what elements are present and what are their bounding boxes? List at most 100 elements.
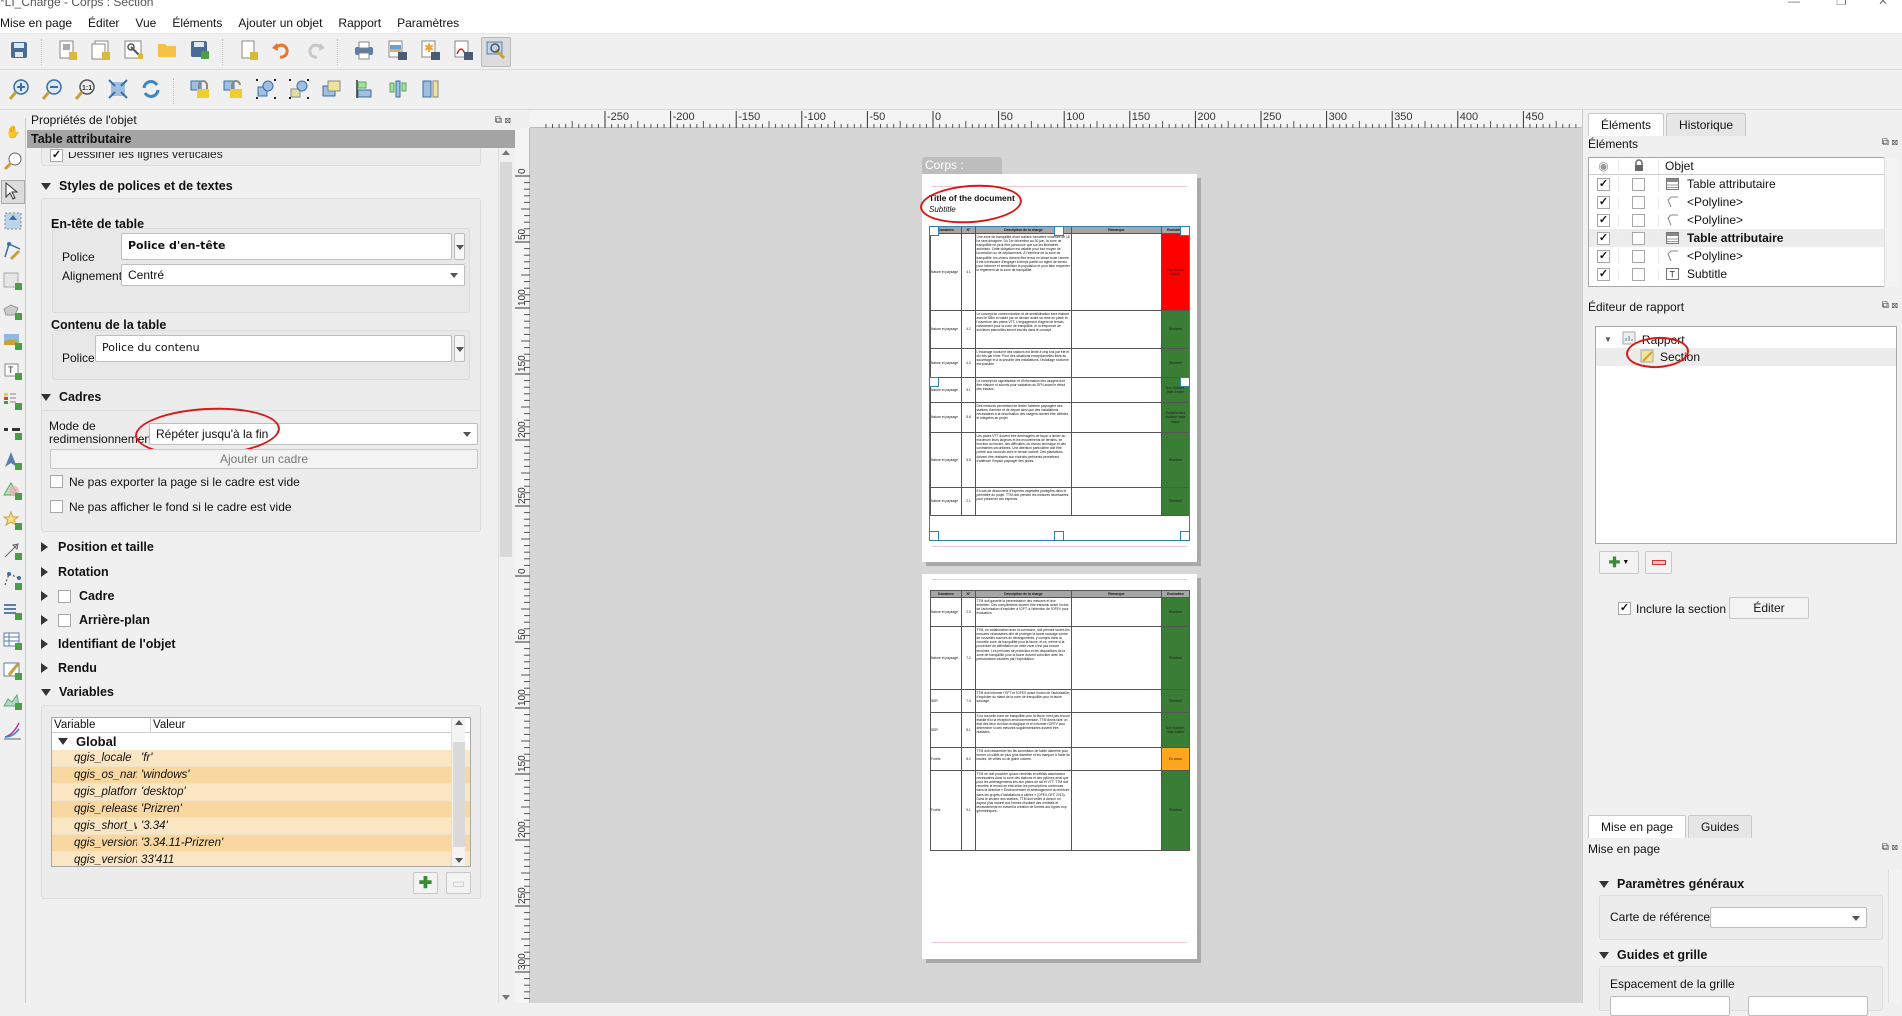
tab-elements[interactable]: Éléments xyxy=(1588,113,1665,136)
add-frame-button[interactable]: Ajouter un cadre xyxy=(50,449,478,469)
undo-button[interactable] xyxy=(267,37,297,67)
add-label-tool[interactable]: T xyxy=(1,360,25,384)
minimize-button[interactable]: — xyxy=(1788,0,1800,8)
fonts-section-header[interactable]: Styles de polices et de textes xyxy=(41,179,233,193)
elements-table[interactable]: ◉ Objet ✓ Table attributaire ✓ <Polyline> ✓ <… xyxy=(1588,157,1898,287)
add-variable-button[interactable]: ✚ xyxy=(413,872,438,894)
atlas-preview-button[interactable] xyxy=(481,36,511,67)
tab-guides[interactable]: Guides xyxy=(1688,815,1753,838)
element-row[interactable]: ✓ <Polyline> xyxy=(1589,247,1897,265)
visibility-checkbox[interactable]: ✓ xyxy=(1597,285,1610,286)
frame-checkbox[interactable] xyxy=(58,589,71,603)
close-panel-icon[interactable]: ⊠ xyxy=(1892,842,1898,853)
zoom-actual-button[interactable]: 1:1 xyxy=(70,76,100,106)
element-row[interactable]: ✓ Table attributaire xyxy=(1589,229,1897,247)
duplicate-layout-button[interactable] xyxy=(86,37,116,67)
menu-vue[interactable]: Vue xyxy=(127,16,164,30)
layout-panel-scrollbar[interactable] xyxy=(1888,870,1901,1003)
dont-export-empty-checkbox[interactable] xyxy=(50,475,63,488)
menu-rapport[interactable]: Rapport xyxy=(330,16,389,30)
lock-checkbox[interactable] xyxy=(1632,267,1645,281)
add-plot-tool[interactable] xyxy=(1,720,25,744)
add-shape-tool[interactable] xyxy=(1,480,25,504)
float-panel-icon[interactable]: ⧉ xyxy=(1882,137,1889,148)
lock-checkbox[interactable] xyxy=(1632,177,1645,191)
layout-page-2[interactable]: Domaines N° Description de la charge Remarq… xyxy=(922,574,1197,959)
elements-scrollbar[interactable] xyxy=(1884,157,1898,287)
content-font-button[interactable]: Police du contenu xyxy=(95,335,452,362)
raise-items-button[interactable] xyxy=(317,76,347,106)
element-row[interactable]: ✓ T Title of the document xyxy=(1589,283,1897,286)
variables-section-header[interactable]: Variables xyxy=(41,685,114,699)
export-image-button[interactable] xyxy=(382,37,412,67)
resize-handle[interactable] xyxy=(929,531,939,541)
visibility-checkbox[interactable]: ✓ xyxy=(1597,267,1610,281)
draw-vertical-lines-checkbox[interactable]: ✓ xyxy=(50,149,63,162)
variable-row[interactable]: qgis_release... 'Prizren' xyxy=(52,801,470,818)
add-section-button[interactable]: ✚ ▼ xyxy=(1599,551,1639,574)
open-template-button[interactable] xyxy=(152,37,182,67)
zoom-tool[interactable] xyxy=(1,150,25,174)
element-row[interactable]: ✓ <Polyline> xyxy=(1589,193,1897,211)
new-layout-button[interactable] xyxy=(53,37,83,67)
save-template-button[interactable] xyxy=(185,37,215,67)
variable-row[interactable]: qgis_version '3.34.11-Prizren' xyxy=(52,835,470,852)
add-north-arrow-tool[interactable] xyxy=(1,450,25,474)
zoom-full-button[interactable] xyxy=(103,76,133,106)
section-item-id[interactable]: Identifiant de l'objet xyxy=(41,637,176,651)
lock-checkbox[interactable] xyxy=(1632,231,1645,245)
tab-layout[interactable]: Mise en page xyxy=(1588,815,1687,838)
variables-table[interactable]: Variable Valeur Global qgis_locale'fr' qg… xyxy=(51,717,471,867)
refresh-button[interactable] xyxy=(136,76,166,106)
vertical-ruler[interactable]: 0 50 100 150 200 250 0 50 100 150 200 250 300 xyxy=(515,128,530,1013)
layout-manager-button[interactable] xyxy=(119,37,149,67)
edit-section-button[interactable]: Éditer xyxy=(1729,597,1809,619)
grid-spacing-input[interactable] xyxy=(1610,996,1730,1016)
menu-parametres[interactable]: Paramètres xyxy=(389,16,467,30)
distribute-items-button[interactable] xyxy=(383,76,413,106)
lock-checkbox[interactable] xyxy=(1632,249,1645,263)
add-scalebar-tool[interactable] xyxy=(1,420,25,444)
resize-handle[interactable] xyxy=(929,226,939,236)
frames-section-header[interactable]: Cadres xyxy=(41,390,101,404)
add-arrow-tool[interactable] xyxy=(1,540,25,564)
visibility-checkbox[interactable]: ✓ xyxy=(1597,177,1610,191)
move-content-tool[interactable] xyxy=(1,210,25,234)
include-section-checkbox[interactable]: ✓ xyxy=(1618,602,1631,615)
new-page-button[interactable] xyxy=(234,37,264,67)
print-button[interactable] xyxy=(349,37,379,67)
resize-handle[interactable] xyxy=(1180,531,1190,541)
resize-handle[interactable] xyxy=(1180,377,1190,387)
align-items-button[interactable] xyxy=(350,76,380,106)
variables-scrollbar[interactable] xyxy=(451,718,465,866)
variable-row[interactable]: qgis_version... 33'411 xyxy=(52,852,470,866)
scrollbar-thumb[interactable] xyxy=(500,162,512,557)
menu-mise-en-page[interactable]: Mise en page xyxy=(0,16,80,30)
redo-button[interactable] xyxy=(300,37,330,67)
lock-items-button[interactable] xyxy=(185,76,215,106)
guides-grid-header[interactable]: Guides et grille xyxy=(1599,948,1707,962)
attribute-table-page-2[interactable]: Domaines N° Description de la charge Remarq… xyxy=(930,590,1191,851)
lock-checkbox[interactable] xyxy=(1632,285,1645,286)
menu-ajouter-objet[interactable]: Ajouter un objet xyxy=(230,16,330,30)
resize-items-button[interactable] xyxy=(416,76,446,106)
ungroup-items-button[interactable] xyxy=(284,76,314,106)
edit-nodes-tool[interactable] xyxy=(1,240,25,264)
float-panel-icon[interactable]: ⧉ xyxy=(1882,842,1889,853)
remove-section-button[interactable] xyxy=(1645,551,1672,574)
float-panel-icon[interactable]: ⧉ xyxy=(495,115,502,126)
visibility-checkbox[interactable]: ✓ xyxy=(1597,213,1610,227)
add-marker-tool[interactable] xyxy=(1,510,25,534)
reference-map-select[interactable] xyxy=(1710,907,1867,928)
add-html-tool[interactable] xyxy=(1,600,25,624)
add-picture-tool[interactable] xyxy=(1,330,25,354)
scrollbar-thumb[interactable] xyxy=(453,742,465,847)
menu-elements[interactable]: Éléments xyxy=(164,16,230,30)
add-elevation-profile-tool[interactable] xyxy=(1,690,25,714)
variable-row[interactable]: qgis_short_v... '3.34' xyxy=(52,818,470,835)
float-panel-icon[interactable]: ⧉ xyxy=(1882,300,1889,311)
close-panel-icon[interactable]: ⊠ xyxy=(505,115,511,126)
export-pdf-button[interactable] xyxy=(448,37,478,67)
section-rotation[interactable]: Rotation xyxy=(41,565,109,579)
layout-page-1[interactable]: Title of the document Subtitle Domaines N… xyxy=(922,174,1197,562)
